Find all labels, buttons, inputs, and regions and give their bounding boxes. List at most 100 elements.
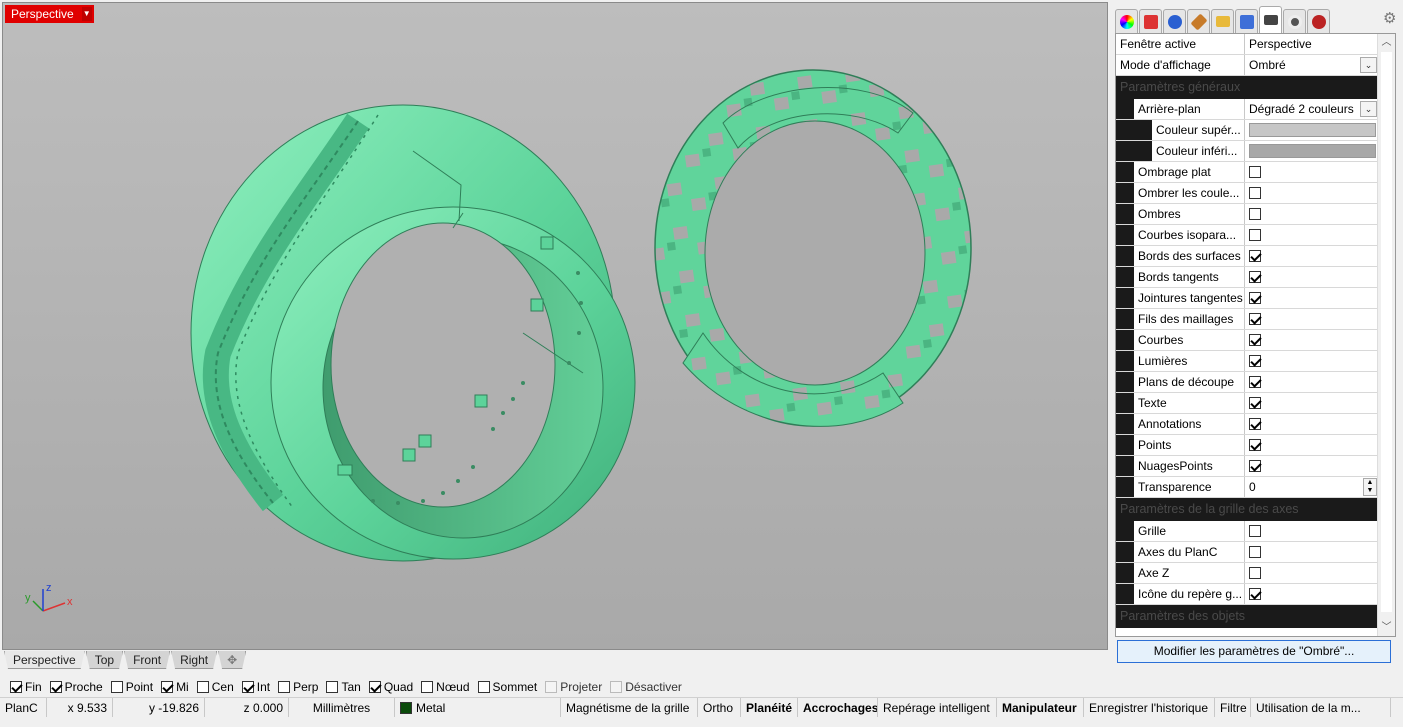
osnap-checkbox[interactable]	[196, 681, 209, 693]
spin-stepper-icon[interactable]: ▲ ▼	[1363, 478, 1377, 496]
prop-label: Ombrer les coule...	[1138, 186, 1240, 200]
units-indicator[interactable]: Millimètres	[289, 698, 395, 718]
osnap-4[interactable]: Cen	[196, 680, 234, 694]
osnap-checkbox[interactable]	[477, 681, 490, 693]
background-select[interactable]: Dégradé 2 couleurs ⌄	[1245, 99, 1378, 119]
osnap-checkbox[interactable]	[421, 681, 434, 693]
osnap-8[interactable]: Quad	[368, 680, 413, 694]
model-render[interactable]	[3, 3, 1108, 650]
filter-toggle[interactable]: Filtre	[1215, 698, 1251, 718]
osnap-5[interactable]: Int	[241, 680, 270, 694]
help-icon[interactable]	[1283, 9, 1306, 33]
osnap-2[interactable]: Point	[110, 680, 153, 694]
section-general[interactable]: Paramètres généraux	[1116, 76, 1378, 99]
osnap-0[interactable]: Fin	[10, 680, 42, 694]
memory-usage[interactable]: Utilisation de la m...	[1251, 698, 1391, 718]
prop-checkbox[interactable]	[1249, 292, 1261, 304]
properties-scrollbar[interactable]: ︿ ﹀	[1377, 34, 1395, 636]
chevron-down-icon[interactable]: ⌄	[1360, 57, 1377, 73]
viewport-perspective[interactable]: Perspective ▼ x y z	[2, 2, 1108, 650]
prop-checkbox[interactable]	[1249, 208, 1261, 220]
osnap-6[interactable]: Perp	[278, 680, 318, 694]
chevron-down-icon[interactable]: ⌄	[1360, 101, 1377, 117]
section-objects[interactable]: Paramètres des objets	[1116, 605, 1378, 628]
planar-toggle[interactable]: Planéité	[741, 698, 798, 718]
prop-checkbox[interactable]	[1249, 166, 1261, 178]
osnap-3[interactable]: Mi	[161, 680, 189, 694]
transparency-input[interactable]: 0 ▲ ▼	[1245, 477, 1378, 497]
ring-with-channel[interactable]	[190, 104, 636, 562]
tab-right[interactable]: Right	[171, 651, 217, 669]
prop-checkbox[interactable]	[1249, 271, 1261, 283]
display-icon[interactable]	[1259, 6, 1282, 33]
prop-value	[1245, 414, 1378, 434]
osnap-checkbox[interactable]	[161, 681, 174, 693]
current-layer[interactable]: Metal	[395, 698, 561, 718]
section-grid[interactable]: Paramètres de la grille des axes	[1116, 498, 1378, 521]
render-icon[interactable]	[1163, 9, 1186, 33]
osnap-toggle[interactable]: Accrochages	[798, 698, 878, 718]
ortho-toggle[interactable]: Ortho	[698, 698, 741, 718]
osnap-checkbox[interactable]	[368, 681, 381, 693]
prop-checkbox[interactable]	[1249, 376, 1261, 388]
prop-checkbox[interactable]	[1249, 588, 1261, 600]
prop-value	[1245, 246, 1378, 266]
grid-snap-toggle[interactable]: Magnétisme de la grille	[561, 698, 698, 718]
prop-checkbox[interactable]	[1249, 355, 1261, 367]
color-bottom-swatch[interactable]	[1249, 144, 1376, 158]
color-top-picker[interactable]	[1245, 120, 1378, 140]
prop-checkbox[interactable]	[1249, 229, 1261, 241]
osnap-checkbox[interactable]	[610, 681, 623, 693]
material-icon[interactable]	[1187, 9, 1210, 33]
prop-checkbox[interactable]	[1249, 334, 1261, 346]
osnap-7[interactable]: Tan	[326, 680, 361, 694]
library-icon[interactable]	[1235, 9, 1258, 33]
osnap-checkbox[interactable]	[326, 681, 339, 693]
prop-checkbox[interactable]	[1249, 187, 1261, 199]
osnap-11[interactable]: Projeter	[545, 680, 602, 694]
scrollbar-thumb[interactable]	[1381, 52, 1392, 612]
gear-icon[interactable]: ⚙	[1383, 11, 1399, 27]
tab-perspective[interactable]: Perspective	[4, 651, 85, 669]
prop-checkbox[interactable]	[1249, 460, 1261, 472]
osnap-checkbox[interactable]	[110, 681, 123, 693]
cross-pattern-ring[interactable]	[654, 69, 972, 427]
prop-checkbox[interactable]	[1249, 567, 1261, 579]
prop-row: NuagesPoints	[1116, 456, 1378, 477]
prop-checkbox[interactable]	[1249, 525, 1261, 537]
osnap-1[interactable]: Proche	[49, 680, 103, 694]
scroll-down-icon[interactable]: ﹀	[1378, 619, 1395, 636]
prop-checkbox[interactable]	[1249, 546, 1261, 558]
tab-top[interactable]: Top	[86, 651, 123, 669]
osnap-12[interactable]: Désactiver	[610, 680, 682, 694]
prop-checkbox[interactable]	[1249, 250, 1261, 262]
color-bottom-picker[interactable]	[1245, 141, 1378, 161]
gumball-toggle[interactable]: Manipulateur	[997, 698, 1084, 718]
color-icon[interactable]	[1115, 9, 1138, 33]
osnap-checkbox[interactable]	[49, 681, 62, 693]
smarttrack-toggle[interactable]: Repérage intelligent	[878, 698, 997, 718]
tab-front[interactable]: Front	[124, 651, 170, 669]
display-mode-select[interactable]: Ombré ⌄	[1245, 55, 1378, 75]
folder-icon[interactable]	[1211, 9, 1234, 33]
osnap-checkbox[interactable]	[278, 681, 291, 693]
layers-icon[interactable]	[1139, 9, 1162, 33]
viewport-title[interactable]: Perspective ▼	[5, 5, 94, 23]
scroll-up-icon[interactable]: ︿	[1378, 34, 1395, 51]
prop-checkbox[interactable]	[1249, 397, 1261, 409]
prop-checkbox[interactable]	[1249, 313, 1261, 325]
prop-checkbox[interactable]	[1249, 439, 1261, 451]
cplane-indicator[interactable]: PlanC	[0, 698, 47, 718]
osnap-checkbox[interactable]	[10, 681, 22, 693]
add-viewport-tab-icon[interactable]: ✥	[218, 651, 246, 669]
viewport-menu-arrow-icon[interactable]: ▼	[81, 7, 92, 21]
osnap-9[interactable]: Nœud	[421, 680, 470, 694]
osnap-checkbox[interactable]	[241, 681, 254, 693]
record-history-toggle[interactable]: Enregistrer l'historique	[1084, 698, 1215, 718]
color-top-swatch[interactable]	[1249, 123, 1376, 137]
environment-icon[interactable]	[1307, 9, 1330, 33]
prop-checkbox[interactable]	[1249, 418, 1261, 430]
osnap-10[interactable]: Sommet	[477, 680, 537, 694]
modify-display-mode-button[interactable]: Modifier les paramètres de "Ombré"...	[1117, 640, 1391, 663]
osnap-checkbox[interactable]	[545, 681, 558, 693]
